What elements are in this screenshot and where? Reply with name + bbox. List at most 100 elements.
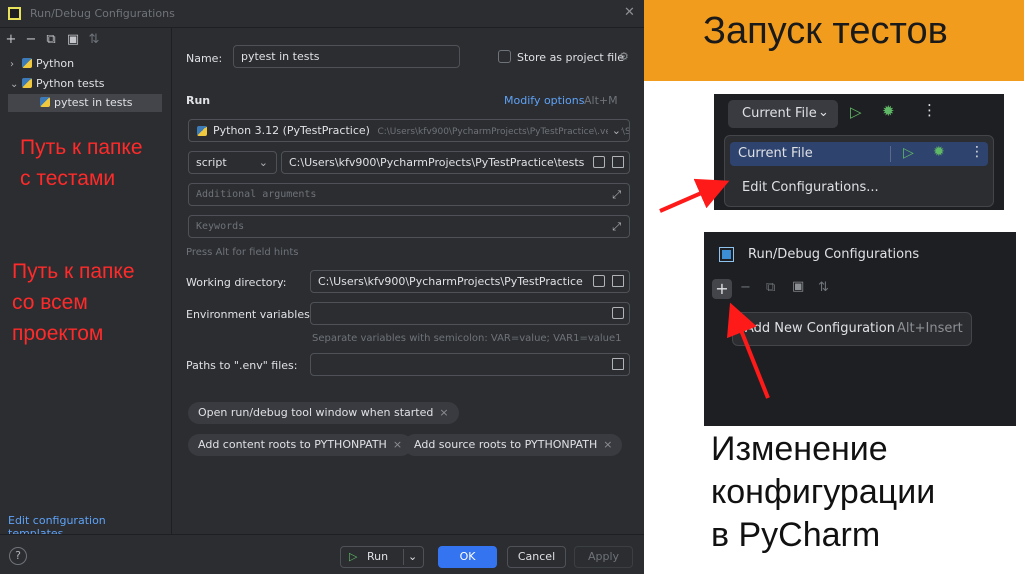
annotation-project-folder: Путь к папке со всем проектом: [12, 256, 135, 349]
configurations-tree-pane: + − ⧉ ▣ ⇅ › Python ⌄ Python tests pytest i…: [0, 28, 172, 540]
run-section-title: Run: [186, 94, 211, 107]
tree-item-python[interactable]: › Python: [10, 55, 74, 73]
folder-icon[interactable]: [612, 275, 624, 287]
annotation-line: с тестами: [20, 167, 116, 190]
chip-label: Add source roots to PYTHONPATH: [414, 438, 598, 451]
add-icon[interactable]: +: [4, 33, 18, 47]
add-configuration-screenshot: Run/Debug Configurations + − ⧉ ▣ ⇅ Add N…: [704, 232, 1016, 426]
dialog-button-bar: ? ▷ Run ⌄ OK Cancel Apply: [0, 534, 644, 574]
name-input[interactable]: pytest in tests: [233, 45, 460, 68]
slide-caption: Изменение конфигурации в PyCharm: [711, 428, 935, 557]
env-vars-hint: Separate variables with semicolon: VAR=v…: [312, 333, 622, 344]
menu-item-current-file[interactable]: Current File ▷ ✹ ⋮: [730, 142, 988, 166]
target-type-value: script: [196, 156, 227, 169]
menu-item-edit-configurations[interactable]: Edit Configurations...: [742, 180, 879, 195]
close-icon[interactable]: ×: [439, 406, 448, 419]
working-dir-input[interactable]: C:\Users\kfv900\PycharmProjects\PyTestPr…: [310, 270, 630, 293]
configuration-selector-label: Current File: [742, 106, 817, 121]
more-icon[interactable]: ⋮: [970, 144, 984, 160]
working-dir-label: Working directory:: [186, 276, 287, 289]
expand-icon[interactable]: ⤢: [612, 216, 621, 237]
annotation-line: Путь к папке: [12, 260, 135, 283]
dotenv-label: Paths to ".env" files:: [186, 359, 298, 372]
file-list-icon[interactable]: [593, 275, 605, 287]
remove-icon[interactable]: −: [24, 33, 38, 47]
chevron-down-icon: ⌄: [10, 79, 19, 90]
close-icon[interactable]: ✕: [624, 5, 635, 20]
target-path-input[interactable]: C:\Users\kfv900\PycharmProjects\PyTestPr…: [281, 151, 630, 174]
option-chip-open-tool-window[interactable]: Open run/debug tool window when started ×: [188, 402, 459, 424]
close-icon[interactable]: ×: [393, 438, 402, 451]
chevron-down-icon: ⌄: [818, 105, 829, 120]
name-label: Name:: [186, 52, 223, 65]
option-chip-content-roots[interactable]: Add content roots to PYTHONPATH ×: [188, 434, 413, 456]
annotation-tests-folder: Путь к папке с тестами: [20, 132, 143, 194]
close-icon[interactable]: ×: [603, 438, 612, 451]
more-icon[interactable]: ⋮: [922, 101, 937, 119]
expand-icon[interactable]: ⤢: [612, 184, 621, 205]
option-chip-source-roots[interactable]: Add source roots to PYTHONPATH ×: [404, 434, 623, 456]
interpreter-path: C:\Users\kfv900\PycharmProjects\PyTestPr…: [377, 127, 630, 137]
target-type-select[interactable]: script ⌄: [188, 151, 277, 174]
help-button[interactable]: ?: [9, 547, 27, 565]
annotation-line: проектом: [12, 322, 104, 345]
folder-icon[interactable]: ▣: [792, 279, 804, 294]
additional-arguments-input[interactable]: Additional arguments ⤢: [188, 183, 630, 206]
apply-button[interactable]: Apply: [574, 546, 633, 568]
dotenv-input[interactable]: [310, 353, 630, 376]
folder-icon[interactable]: [612, 358, 624, 370]
sort-icon[interactable]: ⇅: [87, 33, 101, 47]
add-new-configuration-popup[interactable]: Add New Configuration Alt+Insert: [732, 312, 972, 346]
file-list-icon[interactable]: [612, 307, 624, 319]
additional-arguments-placeholder: Additional arguments: [196, 189, 317, 200]
caption-line: конфигурации: [711, 473, 936, 511]
folder-icon[interactable]: [612, 156, 624, 168]
folder-icon[interactable]: ▣: [66, 33, 80, 47]
chevron-right-icon: ›: [10, 59, 14, 70]
keywords-input[interactable]: Keywords ⤢: [188, 215, 630, 238]
chip-label: Add content roots to PYTHONPATH: [198, 438, 387, 451]
configuration-selector[interactable]: Current File ⌄: [728, 100, 838, 128]
store-project-label: Store as project file: [517, 51, 624, 64]
gear-icon[interactable]: ⚙: [619, 50, 629, 63]
store-project-checkbox[interactable]: [498, 50, 511, 63]
run-button[interactable]: ▷ Run ⌄: [340, 546, 424, 568]
python-tests-icon: [22, 78, 32, 88]
bug-icon[interactable]: ✹: [933, 144, 945, 160]
cancel-button[interactable]: Cancel: [507, 546, 566, 568]
chevron-down-icon: ⌄: [607, 120, 621, 141]
interpreter-select[interactable]: Python 3.12 (PyTestPractice) C:\Users\kf…: [188, 119, 630, 142]
bug-icon[interactable]: ✹: [882, 102, 895, 120]
copy-icon[interactable]: ⧉: [766, 280, 775, 295]
play-icon: ▷: [349, 550, 358, 563]
modify-options-link[interactable]: Modify options: [504, 94, 584, 107]
pytest-icon: [40, 97, 50, 107]
ok-button[interactable]: OK: [438, 546, 497, 568]
keywords-placeholder: Keywords: [196, 221, 245, 232]
python-icon: [197, 126, 207, 136]
annotation-line: со всем: [12, 291, 88, 314]
chevron-down-icon[interactable]: ⌄: [408, 547, 417, 567]
configuration-form: Name: pytest in tests Store as project f…: [172, 28, 644, 534]
chevron-down-icon: ⌄: [258, 156, 268, 169]
sort-icon[interactable]: ⇅: [818, 280, 829, 295]
run-widget-popup: Current File ▷ ✹ ⋮ Edit Configurations..…: [724, 135, 994, 207]
pycharm-app-icon: [719, 247, 734, 262]
menu-item-label: Current File: [738, 146, 813, 161]
tree-item-python-tests[interactable]: ⌄ Python tests: [10, 75, 104, 93]
run-button-label: Run: [366, 550, 389, 563]
tree-item-label: Python: [36, 57, 75, 70]
dialog-titlebar: Run/Debug Configurations ✕: [0, 0, 644, 28]
tree-item-pytest-in-tests[interactable]: pytest in tests: [40, 94, 133, 112]
slide-title: Запуск тестов: [703, 10, 948, 52]
copy-icon[interactable]: ⧉: [44, 33, 58, 47]
file-list-icon[interactable]: [593, 156, 605, 168]
remove-icon[interactable]: −: [740, 280, 751, 295]
play-icon[interactable]: ▷: [903, 145, 914, 161]
env-vars-label: Environment variables:: [186, 308, 314, 321]
add-new-configuration-item: Add New Configuration: [745, 321, 895, 336]
play-icon[interactable]: ▷: [850, 103, 862, 121]
add-icon[interactable]: +: [712, 279, 732, 299]
target-path-value: C:\Users\kfv900\PycharmProjects\PyTestPr…: [289, 156, 585, 169]
env-vars-input[interactable]: [310, 302, 630, 325]
